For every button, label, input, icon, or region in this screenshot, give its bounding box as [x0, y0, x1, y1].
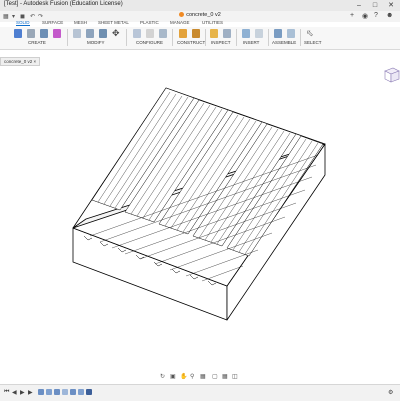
ribbon-divider	[268, 29, 269, 46]
ribbon-toolbar: CREATE ✥ MODIFY CONFIGURE CONSTRUCT INSP…	[0, 27, 400, 50]
minimize-icon[interactable]: –	[352, 0, 366, 11]
document-title-text: concrete_0 v2	[186, 12, 221, 18]
table-icon[interactable]	[146, 29, 154, 38]
window-title: [Test] - Autodesk Fusion (Education Lice…	[4, 1, 123, 7]
insert-menu[interactable]: INSERT	[243, 40, 259, 45]
navigation-bar: ↻ ▣ ✋ ⚲ ▦ ▢ ▦ ◫	[160, 373, 250, 381]
plane-at-angle-icon[interactable]	[192, 29, 200, 38]
timeline-feature[interactable]	[70, 389, 76, 395]
interference-icon[interactable]	[223, 29, 231, 38]
tab-surface[interactable]: SURFACE	[42, 20, 63, 25]
design-canvas[interactable]	[0, 50, 400, 380]
move-icon[interactable]: ✥	[112, 28, 120, 39]
press-pull-icon[interactable]	[73, 29, 81, 38]
new-component-icon[interactable]	[14, 29, 22, 38]
ribbon-divider	[172, 29, 173, 46]
configure-icon[interactable]	[133, 29, 141, 38]
close-icon[interactable]: ✕	[384, 0, 398, 11]
ribbon-divider	[236, 29, 237, 46]
pan-icon[interactable]: ✋	[180, 373, 187, 380]
tab-sheet-metal[interactable]: SHEET METAL	[98, 20, 129, 25]
select-cursor-icon[interactable]: ⬁	[306, 28, 314, 39]
timeline-feature[interactable]	[38, 389, 44, 395]
ribbon-divider	[67, 29, 68, 46]
ribbon-divider	[205, 29, 206, 46]
assemble-menu[interactable]: ASSEMBLE	[272, 40, 296, 45]
tab-solid[interactable]: SOLID	[16, 20, 30, 26]
insert-derive-icon[interactable]	[242, 29, 250, 38]
timeline-feature[interactable]	[46, 389, 52, 395]
form-icon[interactable]	[53, 29, 61, 38]
tab-manage[interactable]: MANAGE	[170, 20, 190, 25]
timeline-settings-icon[interactable]: ⚙	[388, 389, 393, 396]
extrude-icon[interactable]	[40, 29, 48, 38]
timeline-bar: ⏮ ◀ ▶ ▶ ⚙	[0, 384, 400, 401]
create-menu[interactable]: CREATE	[28, 40, 46, 45]
create-sketch-icon[interactable]	[27, 29, 35, 38]
go-to-start-icon[interactable]: ⏮	[4, 389, 9, 396]
maximize-icon[interactable]: □	[368, 0, 382, 11]
timeline-feature[interactable]	[62, 389, 68, 395]
fillet-icon[interactable]	[86, 29, 94, 38]
as-built-joint-icon[interactable]	[287, 29, 295, 38]
document-title: concrete_0 v2	[0, 12, 400, 18]
timeline-feature[interactable]	[78, 389, 84, 395]
inspect-menu[interactable]: INSPECT	[211, 40, 231, 45]
look-at-icon[interactable]: ▣	[170, 373, 176, 380]
orbit-icon[interactable]: ↻	[160, 373, 165, 380]
tab-utilities[interactable]: UTILITIES	[202, 20, 223, 25]
ribbon-divider	[126, 29, 127, 46]
grid-icon[interactable]: ▦	[222, 373, 228, 380]
parameters-icon[interactable]	[159, 29, 167, 38]
tab-mesh[interactable]: MESH	[74, 20, 87, 25]
timeline-marker[interactable]	[86, 389, 92, 395]
tab-plastic[interactable]: PLASTIC	[140, 20, 159, 25]
chamfer-icon[interactable]	[99, 29, 107, 38]
step-forward-icon[interactable]: ▶	[28, 389, 33, 396]
offset-plane-icon[interactable]	[179, 29, 187, 38]
workspace-tabs: SOLID SURFACE MESH SHEET METAL PLASTIC M…	[0, 20, 400, 27]
zoom-icon[interactable]: ⚲	[190, 373, 194, 380]
select-menu[interactable]: SELECT	[304, 40, 322, 45]
measure-icon[interactable]	[210, 29, 218, 38]
timeline-feature[interactable]	[54, 389, 60, 395]
fit-icon[interactable]: ▦	[200, 373, 206, 380]
view-cube[interactable]	[383, 66, 400, 84]
modify-menu[interactable]: MODIFY	[87, 40, 105, 45]
configure-menu[interactable]: CONFIGURE	[136, 40, 163, 45]
display-settings-icon[interactable]: ▢	[212, 373, 218, 380]
insert-mesh-icon[interactable]	[255, 29, 263, 38]
ribbon-divider	[300, 29, 301, 46]
document-icon	[179, 12, 185, 18]
play-icon[interactable]: ▶	[20, 389, 25, 396]
step-back-icon[interactable]: ◀	[12, 389, 17, 396]
joint-icon[interactable]	[274, 29, 282, 38]
viewports-icon[interactable]: ◫	[232, 373, 238, 380]
construct-menu[interactable]: CONSTRUCT	[177, 40, 205, 45]
